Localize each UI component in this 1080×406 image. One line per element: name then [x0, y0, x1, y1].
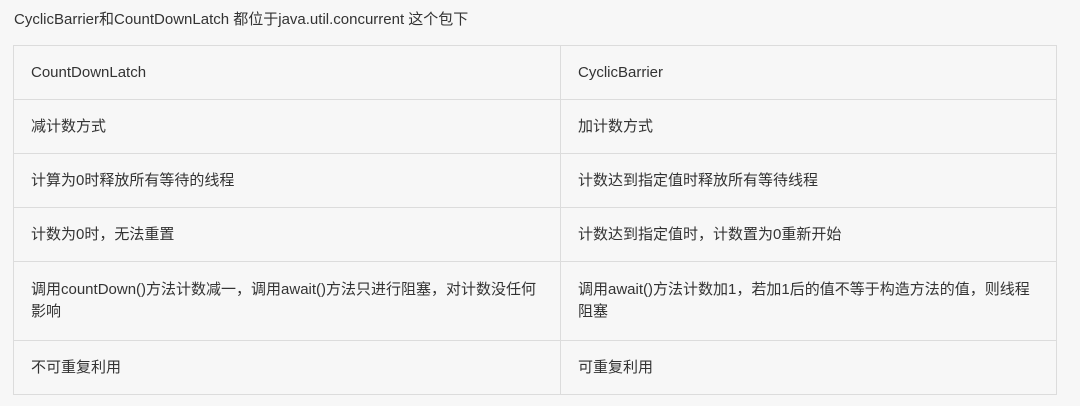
table-cell: CountDownLatch — [13, 45, 561, 100]
table-cell: 计数达到指定值时，计数置为0重新开始 — [560, 207, 1057, 262]
table-row: 计算为0时释放所有等待的线程 计数达到指定值时释放所有等待线程 — [13, 153, 1057, 208]
table-row: 调用countDown()方法计数减一，调用await()方法只进行阻塞，对计数… — [13, 261, 1057, 341]
table-row: CountDownLatch CyclicBarrier — [13, 45, 1057, 100]
table-row: 计数为0时，无法重置 计数达到指定值时，计数置为0重新开始 — [13, 207, 1057, 262]
table-cell: 加计数方式 — [560, 99, 1057, 154]
table-cell: 调用await()方法计数加1，若加1后的值不等于构造方法的值，则线程阻塞 — [560, 261, 1057, 341]
table-cell: 计算为0时释放所有等待的线程 — [13, 153, 561, 208]
intro-text: CyclicBarrier和CountDownLatch 都位于java.uti… — [14, 11, 469, 28]
table-cell: 减计数方式 — [13, 99, 561, 154]
table-cell: 计数为0时，无法重置 — [13, 207, 561, 262]
table-cell: 可重复利用 — [560, 340, 1057, 395]
table-cell: 不可重复利用 — [13, 340, 561, 395]
table-row: 不可重复利用 可重复利用 — [13, 340, 1057, 395]
comparison-table: CountDownLatch CyclicBarrier 减计数方式 加计数方式… — [13, 45, 1057, 395]
table-cell: CyclicBarrier — [560, 45, 1057, 100]
table-row: 减计数方式 加计数方式 — [13, 99, 1057, 154]
table-cell: 调用countDown()方法计数减一，调用await()方法只进行阻塞，对计数… — [13, 261, 561, 341]
table-cell: 计数达到指定值时释放所有等待线程 — [560, 153, 1057, 208]
